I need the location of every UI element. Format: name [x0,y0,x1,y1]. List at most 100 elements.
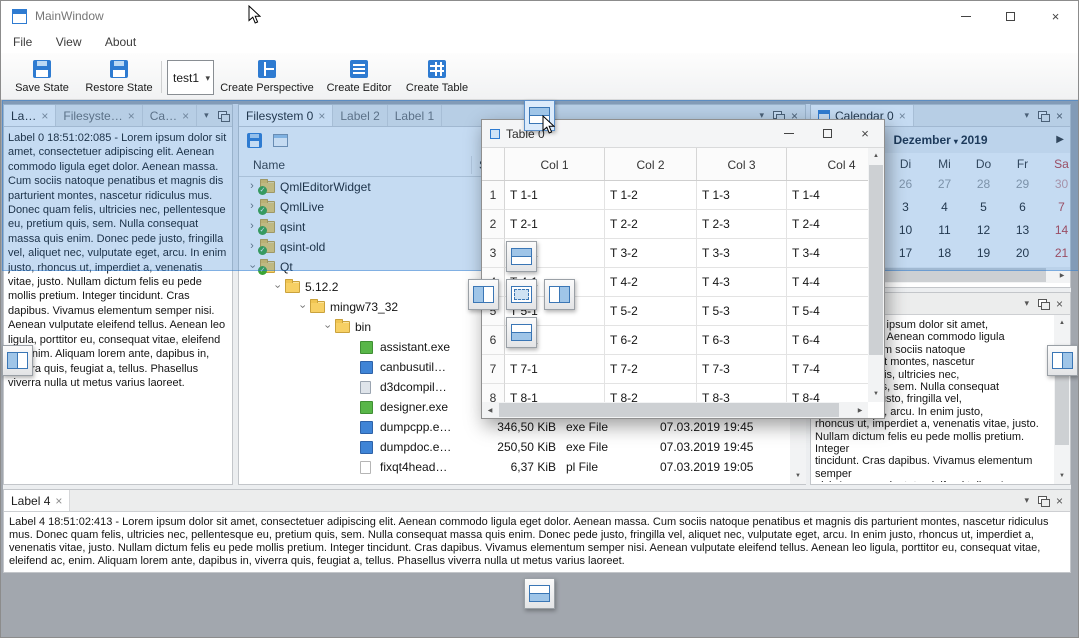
table-cell[interactable]: T 7-1 [505,355,605,384]
row-header[interactable]: 2 [482,210,505,239]
restore-state-icon [110,60,128,78]
drop-indicator-area-center[interactable] [506,279,537,310]
row-header[interactable]: 3 [482,239,505,268]
main-window: MainWindow × File View About Save State … [0,0,1079,638]
minimize-button[interactable] [943,1,988,31]
scroll-left-icon[interactable]: ◀ [482,402,498,418]
float-button[interactable] [1038,496,1047,506]
table-cell[interactable]: T 2-3 [697,210,787,239]
table-cell[interactable]: T 2-1 [505,210,605,239]
table-corner[interactable] [482,148,505,181]
chevron-down-icon[interactable]: › [296,302,309,312]
drop-indicator-area-top[interactable] [506,241,537,272]
table-cell[interactable]: T 8-1 [505,384,605,402]
table-cell[interactable]: T 1-3 [697,181,787,210]
table-cell[interactable]: T 1-4 [787,181,868,210]
dock-close-button[interactable]: × [1056,495,1063,507]
menu-about[interactable]: About [95,31,146,53]
drop-indicator-area-left[interactable] [468,279,499,310]
table-cell[interactable]: T 3-3 [697,239,787,268]
label5-vertical-scrollbar[interactable]: ▲ ▼ [1054,315,1070,484]
create-table-button[interactable]: Create Table [401,58,473,98]
scroll-down-icon[interactable]: ▼ [790,468,806,484]
perspective-combobox[interactable]: test1 ▾ [167,60,214,95]
scroll-down-icon[interactable]: ▼ [1054,468,1070,484]
drop-indicator-window-right[interactable] [1047,345,1078,376]
tabs-menu-button[interactable]: ▾ [1024,496,1029,505]
chevron-down-icon[interactable]: › [271,282,284,292]
table-cell[interactable]: T 3-4 [787,239,868,268]
create-perspective-button[interactable]: Create Perspective [217,58,317,98]
create-editor-button[interactable]: Create Editor [319,58,399,98]
tree-item[interactable]: dumpdoc.e…250,50 KiBexe File07.03.2019 1… [239,437,790,457]
scrollbar-thumb[interactable] [499,403,839,417]
tree-item[interactable]: fixqt4head…6,37 KiBpl File07.03.2019 19:… [239,457,790,477]
table-cell[interactable]: T 8-4 [787,384,868,402]
label4-text: Label 4 18:51:02:413 - Lorem ipsum dolor… [9,516,1065,570]
scroll-up-icon[interactable]: ▲ [868,148,884,164]
table-row: 5T 5-1T 5-2T 5-3T 5-4 [482,297,868,326]
table-cell[interactable]: T 2-2 [605,210,697,239]
tab-close-icon[interactable]: × [55,495,62,507]
row-header[interactable]: 7 [482,355,505,384]
file-size: 346,50 KiB [472,420,556,434]
minimize-button[interactable] [770,120,808,147]
row-header[interactable]: 1 [482,181,505,210]
drop-indicator-window-left[interactable] [2,345,33,376]
table-cell[interactable]: T 1-1 [505,181,605,210]
table-cell[interactable]: T 4-2 [605,268,697,297]
dock-close-button[interactable]: × [1056,298,1063,310]
app-green-icon [360,341,373,354]
chevron-down-icon[interactable]: › [321,322,334,332]
tabs-menu-button[interactable]: ▾ [1024,299,1029,308]
float-button[interactable] [1038,299,1047,309]
close-button[interactable]: × [1033,1,1078,31]
save-state-button[interactable]: Save State [7,58,77,98]
table-cell[interactable]: T 5-4 [787,297,868,326]
scrollbar-thumb[interactable] [869,165,883,355]
maximize-button[interactable] [808,120,846,147]
chevron-down-icon: ▾ [205,73,210,84]
drop-indicator-area-bottom[interactable] [506,317,537,348]
scroll-down-icon[interactable]: ▼ [868,386,884,402]
table-cell[interactable]: T 5-3 [697,297,787,326]
column-header[interactable]: Col 2 [605,148,697,181]
table-cell[interactable]: T 1-2 [605,181,697,210]
menu-view[interactable]: View [46,31,92,53]
drop-indicator-window-bottom[interactable] [524,578,555,609]
table-cell[interactable]: T 4-3 [697,268,787,297]
table-cell[interactable]: T 7-2 [605,355,697,384]
table-cell[interactable]: T 7-3 [697,355,787,384]
row-header[interactable]: 6 [482,326,505,355]
table-vertical-scrollbar[interactable]: ▲ ▼ [868,148,884,402]
table-cell[interactable]: T 8-3 [697,384,787,402]
table-cell[interactable]: T 3-2 [605,239,697,268]
table-cell[interactable]: T 5-2 [605,297,697,326]
restore-state-button[interactable]: Restore State [79,58,159,98]
scroll-up-icon[interactable]: ▲ [1054,315,1070,331]
table-cell[interactable]: T 8-2 [605,384,697,402]
column-header[interactable]: Col 4 [787,148,868,181]
column-header[interactable]: Col 1 [505,148,605,181]
table-cell[interactable]: T 6-3 [697,326,787,355]
drop-indicator-area-right[interactable] [544,279,575,310]
tab-label4[interactable]: Label 4 × [4,490,70,511]
row-header[interactable]: 8 [482,384,505,402]
table-cell[interactable]: T 6-2 [605,326,697,355]
floating-window-table0[interactable]: Table 0 × Col 1Col 2Col 3Col 4 1T 1-1T 1… [481,119,885,419]
maximize-icon [823,129,832,138]
create-editor-label: Create Editor [327,82,392,94]
column-header[interactable]: Col 3 [697,148,787,181]
dock-area-buttons: ▾ × [1017,293,1070,314]
table-cell[interactable]: T 7-4 [787,355,868,384]
close-button[interactable]: × [846,120,884,147]
maximize-button[interactable] [988,1,1033,31]
table-cell[interactable]: T 4-4 [787,268,868,297]
table-cell[interactable]: T 2-4 [787,210,868,239]
table-row: 4T 4-1T 4-2T 4-3T 4-4 [482,268,868,297]
table-horizontal-scrollbar[interactable]: ◀ ▶ [482,402,868,418]
table-cell[interactable]: T 6-4 [787,326,868,355]
menu-file[interactable]: File [3,31,42,53]
scroll-right-icon[interactable]: ▶ [852,402,868,418]
tree-item[interactable]: dumpcpp.e…346,50 KiBexe File07.03.2019 1… [239,417,790,437]
